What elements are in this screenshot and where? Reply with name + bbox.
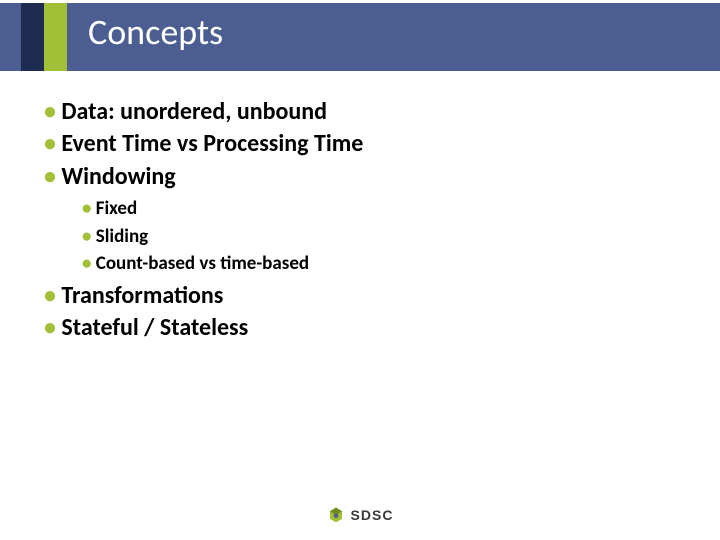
sub-bullet-item: Fixed <box>82 195 680 223</box>
footer-logo-text: SDSC <box>351 507 394 523</box>
accent-green <box>44 3 67 71</box>
bullet-item: Event Time vs Processing Time <box>44 128 680 160</box>
sub-bullet-list: Fixed Sliding Count-based vs time-based <box>82 195 680 278</box>
sub-bullet-item: Count-based vs time-based <box>82 250 680 278</box>
slide-title: Concepts <box>88 10 223 54</box>
bullet-item: Data: unordered, unbound <box>44 96 680 128</box>
sub-bullet-text: Count-based vs time-based <box>96 252 309 275</box>
bullet-text: Stateful / Stateless <box>61 313 248 342</box>
sdsc-logo-icon <box>327 506 345 524</box>
sub-bullet-text: Sliding <box>96 225 148 248</box>
bullet-list: Data: unordered, unbound Event Time vs P… <box>44 96 680 345</box>
bullet-item: Stateful / Stateless <box>44 312 680 344</box>
bullet-item: Transformations <box>44 280 680 312</box>
sub-bullet-text: Fixed <box>96 197 137 220</box>
bullet-text: Transformations <box>61 281 223 310</box>
bullet-text: Data: unordered, unbound <box>61 97 327 126</box>
content: Data: unordered, unbound Event Time vs P… <box>44 96 680 345</box>
bullet-item: Windowing Fixed Sliding Count-based vs t… <box>44 161 680 278</box>
slide: Concepts Data: unordered, unbound Event … <box>0 0 720 540</box>
accent-navy <box>21 3 44 71</box>
sub-bullet-item: Sliding <box>82 223 680 251</box>
bullet-text: Event Time vs Processing Time <box>61 129 363 158</box>
bullet-text: Windowing <box>61 162 175 191</box>
footer: SDSC <box>0 506 720 524</box>
